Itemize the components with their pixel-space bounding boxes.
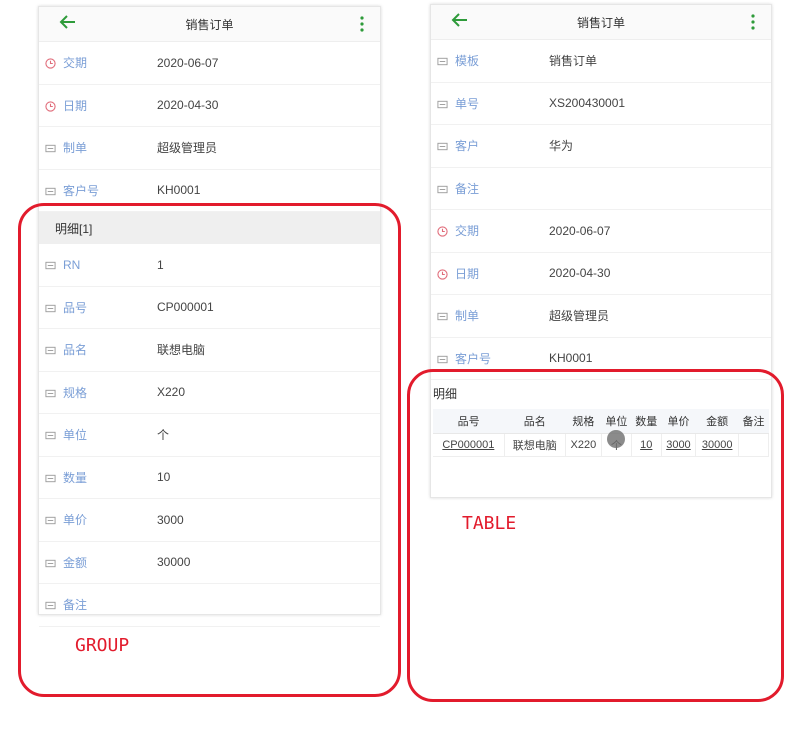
field-icon <box>45 142 56 153</box>
field-value: KH0001 <box>549 351 593 366</box>
more-vertical-icon[interactable] <box>751 14 755 30</box>
clock-icon <box>437 225 448 237</box>
field-icon <box>437 353 448 364</box>
field-icon <box>437 310 448 321</box>
field-value: 销售订单 <box>549 54 598 69</box>
field-value: 超级管理员 <box>157 141 218 156</box>
table-annotation-label: TABLE <box>462 513 517 534</box>
header-field-list: 交期 2020-06-07 日期 2020-04-30 制单 超级管理员客户号 KH0001 <box>39 42 380 212</box>
field-value: 超级管理员 <box>549 309 610 324</box>
field-value: XS200430001 <box>549 96 626 111</box>
back-arrow-icon[interactable] <box>451 11 469 29</box>
back-arrow-icon[interactable] <box>59 13 77 31</box>
group-highlight-outline <box>18 203 401 697</box>
field-icon <box>437 55 448 66</box>
field-value: 2020-04-30 <box>549 266 611 281</box>
page-title: 销售订单 <box>576 15 625 30</box>
field-row[interactable]: 日期 2020-04-30 <box>431 253 771 295</box>
field-label: 客户 <box>455 139 480 154</box>
field-label: 交期 <box>63 56 88 71</box>
right-app-bar: 销售订单 <box>431 5 771 40</box>
field-row[interactable]: 交期 2020-06-07 <box>431 210 771 253</box>
field-label: 客户号 <box>455 351 492 366</box>
field-icon <box>437 140 448 151</box>
field-row[interactable]: 日期 2020-04-30 <box>39 85 380 127</box>
field-label: 制单 <box>63 141 88 156</box>
field-label: 单号 <box>455 96 480 111</box>
field-row[interactable]: 单号 XS200430001 <box>431 83 771 125</box>
field-value: 华为 <box>549 139 574 154</box>
field-label: 交期 <box>455 224 480 239</box>
field-value: 2020-04-30 <box>157 98 219 113</box>
clock-icon <box>45 100 56 112</box>
table-highlight-outline <box>407 369 784 702</box>
page-title: 销售订单 <box>185 17 234 32</box>
field-row[interactable]: 模板 销售订单 <box>431 40 771 83</box>
field-label: 客户号 <box>63 183 100 198</box>
clock-icon <box>437 268 448 280</box>
field-label: 日期 <box>455 266 480 281</box>
field-label: 制单 <box>455 309 480 324</box>
field-row[interactable]: 客户 华为 <box>431 125 771 168</box>
left-app-bar: 销售订单 <box>39 7 380 42</box>
field-row[interactable]: 备注 <box>431 168 771 210</box>
field-row[interactable]: 制单 超级管理员 <box>39 127 380 170</box>
field-icon <box>437 98 448 109</box>
field-row[interactable]: 交期 2020-06-07 <box>39 42 380 85</box>
field-value: KH0001 <box>157 183 201 198</box>
field-value: 2020-06-07 <box>157 55 219 70</box>
field-value: 2020-06-07 <box>549 223 611 238</box>
field-icon <box>45 185 56 196</box>
field-label: 模板 <box>455 54 480 69</box>
more-vertical-icon[interactable] <box>360 16 364 32</box>
header-field-list: 模板 销售订单单号 XS200430001 客户 华为备注交期 2020-06-07 日期 2… <box>431 40 771 380</box>
field-label: 备注 <box>455 181 480 196</box>
clock-icon <box>45 57 56 69</box>
field-row[interactable]: 制单 超级管理员 <box>431 295 771 338</box>
group-annotation-label: GROUP <box>75 635 130 656</box>
field-label: 日期 <box>63 98 88 113</box>
field-icon <box>437 183 448 194</box>
